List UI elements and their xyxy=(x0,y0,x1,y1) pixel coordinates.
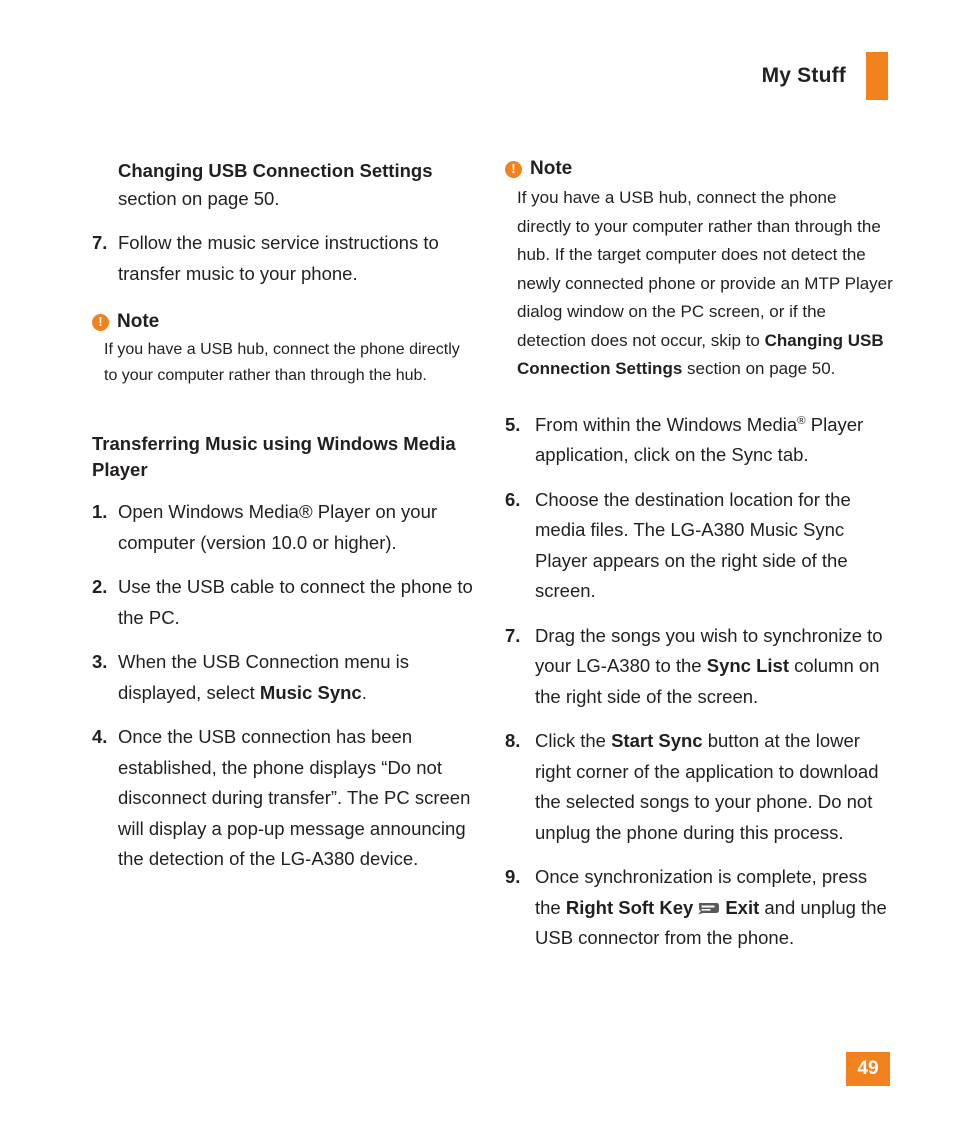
note-text: If you have a USB hub, connect the phone… xyxy=(505,184,895,384)
list-item-number: 1. xyxy=(92,501,108,522)
note-text: If you have a USB hub, connect the phone… xyxy=(104,341,460,384)
list-item-text: When the USB Connection menu is displaye… xyxy=(118,651,409,703)
page-number: 49 xyxy=(846,1052,890,1086)
list-item: 4. Once the USB connection has been esta… xyxy=(92,722,477,875)
list-item-number: 3. xyxy=(92,651,108,672)
page-header: My Stuff xyxy=(762,52,888,100)
list-item-emphasis-2: Exit xyxy=(725,896,760,918)
list-item: 8. Click the Start Sync button at the lo… xyxy=(505,726,895,848)
list-item-text: Once the USB connection has been establi… xyxy=(118,726,471,869)
continued-text: section on page 50. xyxy=(118,188,280,209)
note-text-after: section on page 50. xyxy=(682,359,836,378)
list-item: 2. Use the USB cable to connect the phon… xyxy=(92,572,477,633)
list-item: 9. Once synchronization is complete, pre… xyxy=(505,862,895,954)
note-label: Note xyxy=(530,158,573,179)
left-column: Changing USB Connection Settings section… xyxy=(92,158,477,875)
list-item-emphasis: Music Sync xyxy=(259,681,362,703)
list-item-emphasis: Sync List xyxy=(706,655,789,676)
list-item-emphasis: Right Soft Key xyxy=(565,896,694,918)
list-item: 7. Drag the songs you wish to synchroniz… xyxy=(505,621,895,713)
list-item: 7. Follow the music service instructions… xyxy=(92,228,477,289)
registered-mark: ® xyxy=(797,414,806,427)
list-item-text-before: Click the xyxy=(535,730,612,751)
list-item: 1. Open Windows Media® Player on your co… xyxy=(92,497,477,558)
note-text-before: If you have a USB hub, connect the phone… xyxy=(517,188,893,350)
page-title: My Stuff xyxy=(761,64,846,87)
list-item-number: 8. xyxy=(505,730,521,751)
continued-paragraph: Changing USB Connection Settings section… xyxy=(92,158,477,214)
list-item-text: From within the Windows Media® Player ap… xyxy=(535,414,863,466)
list-item: 3. When the USB Connection menu is displ… xyxy=(92,647,477,708)
list-item-number: 5. xyxy=(505,413,521,435)
list-item-number: 9. xyxy=(505,866,521,887)
list-item-text-after: . xyxy=(361,681,367,703)
list-item-number: 6. xyxy=(505,488,521,510)
list-item-number: 7. xyxy=(505,624,521,646)
list-item-emphasis: Start Sync xyxy=(611,730,703,751)
list-item-text: Open Windows Media® Player on your compu… xyxy=(118,501,438,553)
list-item-text-before: From within the Windows Media xyxy=(535,413,798,435)
list-item-number: 4. xyxy=(92,726,108,747)
note-label: Note xyxy=(117,311,160,332)
continued-heading: Changing USB Connection Settings xyxy=(118,160,433,181)
list-item-number: 2. xyxy=(92,576,108,597)
list-item: 5. From within the Windows Media® Player… xyxy=(505,410,895,471)
section-heading: Transferring Music using Windows Media P… xyxy=(92,433,456,480)
list-item: 6. Choose the destination location for t… xyxy=(505,485,895,607)
right-column: ! Note If you have a USB hub, connect th… xyxy=(505,158,895,954)
list-item-text: Use the USB cable to connect the phone t… xyxy=(118,576,473,628)
alert-icon: ! xyxy=(505,160,522,178)
header-tab-marker xyxy=(866,52,888,100)
list-item-text: Drag the songs you wish to synchronize t… xyxy=(535,625,883,707)
note-heading: ! Note xyxy=(92,311,477,333)
list-item-text: Follow the music service instructions to… xyxy=(118,232,439,284)
soft-key-icon xyxy=(697,901,721,916)
alert-icon: ! xyxy=(92,313,109,331)
list-item-text: Once synchronization is complete, press … xyxy=(535,866,887,948)
list-item-number: 7. xyxy=(92,232,108,253)
list-item-text: Choose the destination location for the … xyxy=(535,488,851,602)
note-heading: ! Note xyxy=(505,158,895,180)
list-item-text: Click the Start Sync button at the lower… xyxy=(535,730,879,843)
